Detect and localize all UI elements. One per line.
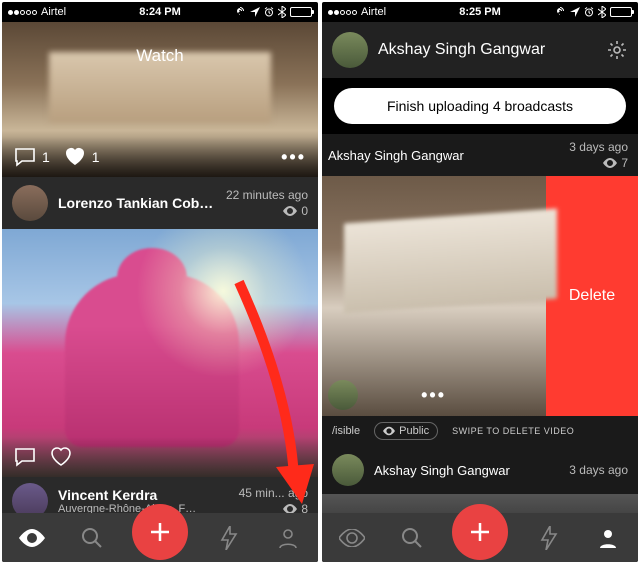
profile-header: Akshay Singh Gangwar [322,22,638,78]
comment-count: 1 [42,149,50,165]
alarm-icon [584,7,594,17]
bluetooth-icon [598,6,606,18]
eye-icon [603,158,617,168]
broadcast-video[interactable]: ••• [322,176,546,416]
status-bar: Airtel 8:24 PM [2,2,318,22]
delete-button[interactable]: Delete [546,176,638,416]
tab-watch[interactable] [12,518,52,558]
broadcast-row[interactable]: Akshay Singh Gangwar 3 days ago 7 [322,134,638,176]
upload-banner[interactable]: Finish uploading 4 broadcasts [334,88,626,124]
profile-name: Akshay Singh Gangwar [378,41,596,59]
more-icon[interactable]: ••• [281,147,306,168]
time-ago: 22 minutes ago [226,188,308,202]
broadcaster-name: Akshay Singh Gangwar [374,463,559,478]
visibility-bar: /isible Public SWIPE TO DELETE VIDEO [322,416,638,446]
view-count: 0 [301,204,308,218]
status-bar: Airtel 8:25 PM [322,2,638,22]
time-ago: 3 days ago [569,140,628,154]
broadcast-row[interactable]: Akshay Singh Gangwar 3 days ago [322,446,638,494]
tab-watch[interactable] [332,518,372,558]
tab-activity[interactable] [528,518,568,558]
comments-button[interactable]: 1 [14,147,50,167]
orientation-lock-icon [234,6,246,18]
broadcast-button[interactable] [132,504,188,560]
swipe-hint: SWIPE TO DELETE VIDEO [452,426,574,436]
visibility-truncated: /isible [332,425,360,437]
battery-icon [610,7,632,17]
phone-left: Airtel 8:24 PM Watch 1 [2,2,318,562]
alarm-icon [264,7,274,17]
signal-dots-icon [328,10,357,15]
orientation-lock-icon [554,6,566,18]
like-button[interactable]: 1 [64,147,100,167]
broadcast-video-row: ••• Delete [322,176,638,416]
time-ago: 3 days ago [569,463,628,477]
broadcast-row[interactable]: Lorenzo Tankian Cob… 22 minutes ago 0 [2,177,318,229]
time-ago: 45 min... ago [239,486,308,500]
broadcaster-name: Akshay Singh Gangwar [328,148,559,163]
carrier-label: Airtel [361,6,386,18]
broadcast-video[interactable] [2,229,318,477]
visibility-label: Public [399,425,429,437]
delete-label: Delete [569,287,615,305]
location-icon [570,7,580,17]
broadcast-button[interactable] [452,504,508,560]
tab-bar [2,513,318,562]
bluetooth-icon [278,6,286,18]
signal-dots-icon [8,10,37,15]
featured-video[interactable]: Watch 1 1 ••• [2,22,318,177]
avatar [332,454,364,486]
page-title: Watch [2,46,318,66]
battery-icon [290,7,312,17]
status-time: 8:25 PM [459,6,501,18]
more-icon[interactable]: ••• [421,385,446,406]
phone-right: Airtel 8:25 PM Akshay Singh Gangwar Fini… [322,2,638,562]
status-time: 8:24 PM [139,6,181,18]
tab-search[interactable] [392,518,432,558]
broadcaster-name: Vincent Kerdra [58,487,218,503]
broadcaster-name: Lorenzo Tankian Cob… [58,195,216,211]
comments-button[interactable] [14,447,36,467]
tab-activity[interactable] [208,518,248,558]
eye-icon [383,426,395,436]
tab-search[interactable] [72,518,112,558]
tab-profile[interactable] [268,518,308,558]
eye-icon [283,206,297,216]
avatar[interactable] [332,32,368,68]
visibility-badge[interactable]: Public [374,422,438,440]
like-count: 1 [92,149,100,165]
avatar [12,185,48,221]
location-icon [250,7,260,17]
tab-profile[interactable] [588,518,628,558]
tab-bar [322,513,638,562]
like-button[interactable] [50,447,72,467]
avatar [328,380,358,410]
settings-button[interactable] [606,39,628,61]
carrier-label: Airtel [41,6,66,18]
view-count: 7 [621,156,628,170]
